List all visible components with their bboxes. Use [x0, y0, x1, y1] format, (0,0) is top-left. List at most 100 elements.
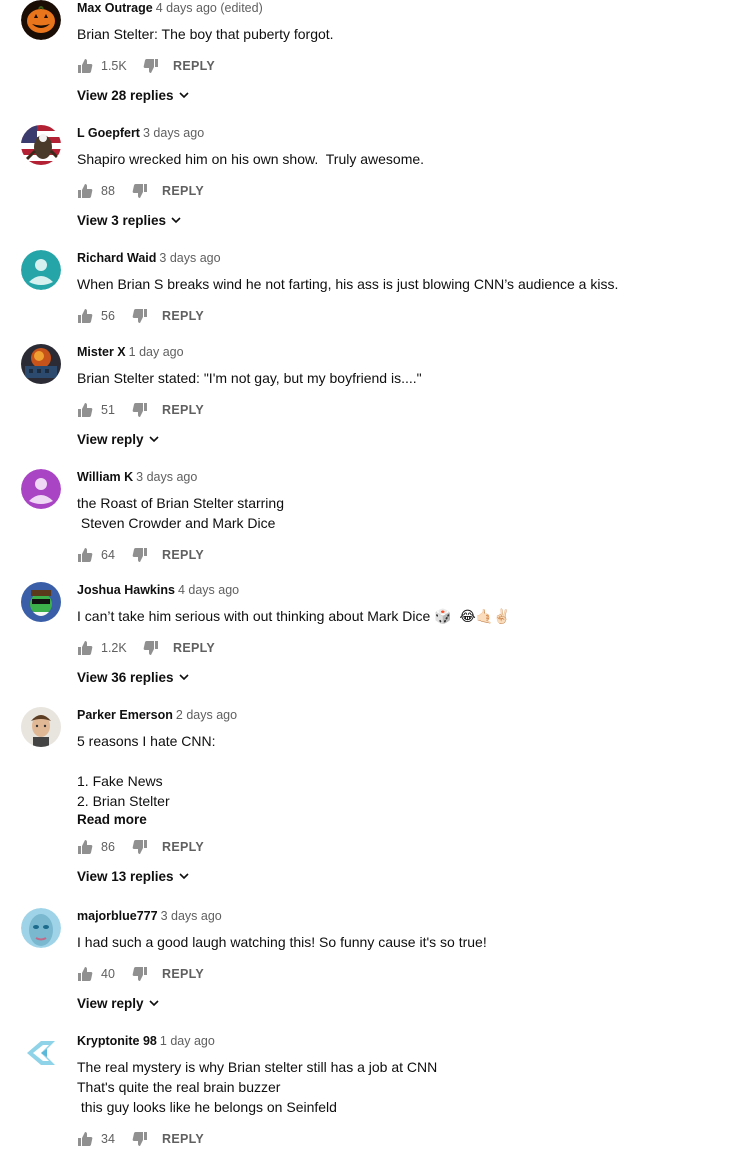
reply-button[interactable]: REPLY [173, 641, 215, 655]
avatar[interactable] [21, 125, 61, 165]
view-replies-button[interactable]: View 3 replies [77, 211, 726, 229]
comment-line: When Brian S breaks wind he not farting,… [77, 276, 619, 292]
comment-actions: 1.5K REPLY [77, 54, 726, 78]
comment-line: the Roast of Brian Stelter starring [77, 495, 284, 511]
read-more-link[interactable]: Read more [77, 812, 726, 828]
thumbs-down-icon[interactable] [132, 308, 148, 324]
avatar[interactable] [21, 0, 61, 40]
reply-button[interactable]: REPLY [162, 548, 204, 562]
author-name[interactable]: Parker Emerson [77, 708, 173, 722]
comment-line: Brian Stelter: The boy that puberty forg… [77, 26, 334, 42]
chevron-down-icon [148, 434, 159, 444]
comment-line: 2. Brian Stelter [77, 793, 170, 809]
author-name[interactable]: L Goepfert [77, 126, 140, 140]
comment-line: this guy looks like he belongs on Seinfe… [77, 1099, 337, 1115]
view-replies-label: View 36 replies [77, 669, 174, 685]
like-count: 64 [101, 548, 115, 562]
author-name[interactable]: Joshua Hawkins [77, 583, 175, 597]
author-name[interactable]: Max Outrage [77, 1, 153, 15]
comment-actions: 40 REPLY [77, 962, 726, 986]
thumbs-down-icon[interactable] [143, 640, 159, 656]
avatar[interactable] [21, 582, 61, 622]
comment-line: 5 reasons I hate CNN: [77, 733, 216, 749]
like-count: 1.2K [101, 641, 127, 655]
view-replies-label: View 28 replies [77, 87, 174, 103]
like-count: 51 [101, 403, 115, 417]
chevron-down-icon [179, 90, 189, 100]
thumbs-down-icon[interactable] [132, 402, 148, 418]
reply-button[interactable]: REPLY [162, 840, 204, 854]
view-replies-button[interactable]: View reply [77, 994, 726, 1012]
view-replies-button[interactable]: View reply [77, 430, 726, 448]
view-replies-button[interactable]: View 13 replies [77, 867, 726, 885]
reply-button[interactable]: REPLY [162, 403, 204, 417]
author-name[interactable]: Kryptonite 98 [77, 1034, 157, 1048]
thumbs-up-icon[interactable] [77, 308, 93, 324]
comment-time[interactable]: 4 days ago [178, 583, 239, 597]
comment-actions: 51 REPLY [77, 398, 726, 422]
comment-text: The real mystery is why Brian stelter st… [77, 1057, 726, 1117]
view-replies-label: View 3 replies [77, 212, 167, 228]
comment-actions: 1.2K REPLY [77, 636, 726, 660]
avatar[interactable] [21, 908, 61, 948]
thumbs-up-icon[interactable] [77, 547, 93, 563]
comment-text: Brian Stelter stated: "I'm not gay, but … [77, 368, 726, 388]
view-replies-label: View 13 replies [77, 868, 174, 884]
comment-text: Shapiro wrecked him on his own show. Tru… [77, 149, 726, 169]
comment-time[interactable]: 2 days ago [176, 708, 237, 722]
author-name[interactable]: Mister X [77, 345, 126, 359]
view-replies-button[interactable]: View 36 replies [77, 668, 726, 686]
comment-actions: 88 REPLY [77, 179, 726, 203]
thumbs-down-icon[interactable] [132, 183, 148, 199]
comment-text: I had such a good laugh watching this! S… [77, 932, 726, 952]
thumbs-up-icon[interactable] [77, 839, 93, 855]
thumbs-down-icon[interactable] [132, 966, 148, 982]
thumbs-down-icon[interactable] [132, 1131, 148, 1147]
avatar[interactable] [21, 344, 61, 384]
author-name[interactable]: majorblue777 [77, 909, 158, 923]
comment-actions: 56 REPLY [77, 304, 726, 328]
reply-button[interactable]: REPLY [162, 1132, 204, 1146]
reply-button[interactable]: REPLY [173, 59, 215, 73]
author-name[interactable]: Richard Waid [77, 251, 156, 265]
thumbs-down-icon[interactable] [132, 839, 148, 855]
thumbs-up-icon[interactable] [77, 183, 93, 199]
comment-time[interactable]: 3 days ago [161, 909, 222, 923]
reply-button[interactable]: REPLY [162, 967, 204, 981]
comment-time[interactable]: 4 days ago (edited) [156, 1, 263, 15]
comment-time[interactable]: 3 days ago [143, 126, 204, 140]
comment-text: Brian Stelter: The boy that puberty forg… [77, 24, 726, 44]
reply-button[interactable]: REPLY [162, 184, 204, 198]
view-replies-label: View reply [77, 995, 144, 1011]
chevron-down-icon [171, 215, 181, 225]
comment-line: Steven Crowder and Mark Dice [77, 515, 276, 531]
comment-text: 5 reasons I hate CNN: 1. Fake News 2. Bria… [77, 731, 726, 811]
author-name[interactable]: William K [77, 470, 133, 484]
like-count: 86 [101, 840, 115, 854]
avatar[interactable] [21, 469, 61, 509]
comment-text: the Roast of Brian Stelter starring Stev… [77, 493, 726, 533]
avatar[interactable] [21, 1033, 61, 1073]
thumbs-down-icon[interactable] [143, 58, 159, 74]
thumbs-up-icon[interactable] [77, 1131, 93, 1147]
thumbs-up-icon[interactable] [77, 58, 93, 74]
comment-line: I had such a good laugh watching this! S… [77, 934, 487, 950]
thumbs-up-icon[interactable] [77, 640, 93, 656]
thumbs-down-icon[interactable] [132, 547, 148, 563]
comment-time[interactable]: 3 days ago [159, 251, 220, 265]
avatar[interactable] [21, 250, 61, 290]
thumbs-up-icon[interactable] [77, 402, 93, 418]
chevron-down-icon [179, 672, 189, 682]
comment-time[interactable]: 3 days ago [136, 470, 197, 484]
like-count: 40 [101, 967, 115, 981]
chevron-down-icon [148, 998, 159, 1008]
comment-time[interactable]: 1 day ago [160, 1034, 215, 1048]
comment-actions: 34 REPLY [77, 1127, 726, 1151]
thumbs-up-icon[interactable] [77, 966, 93, 982]
comment-time[interactable]: 1 day ago [129, 345, 184, 359]
avatar[interactable] [21, 707, 61, 747]
comment-line: Shapiro wrecked him on his own show. Tru… [77, 151, 425, 167]
reply-button[interactable]: REPLY [162, 309, 204, 323]
like-count: 88 [101, 184, 115, 198]
view-replies-button[interactable]: View 28 replies [77, 86, 726, 104]
